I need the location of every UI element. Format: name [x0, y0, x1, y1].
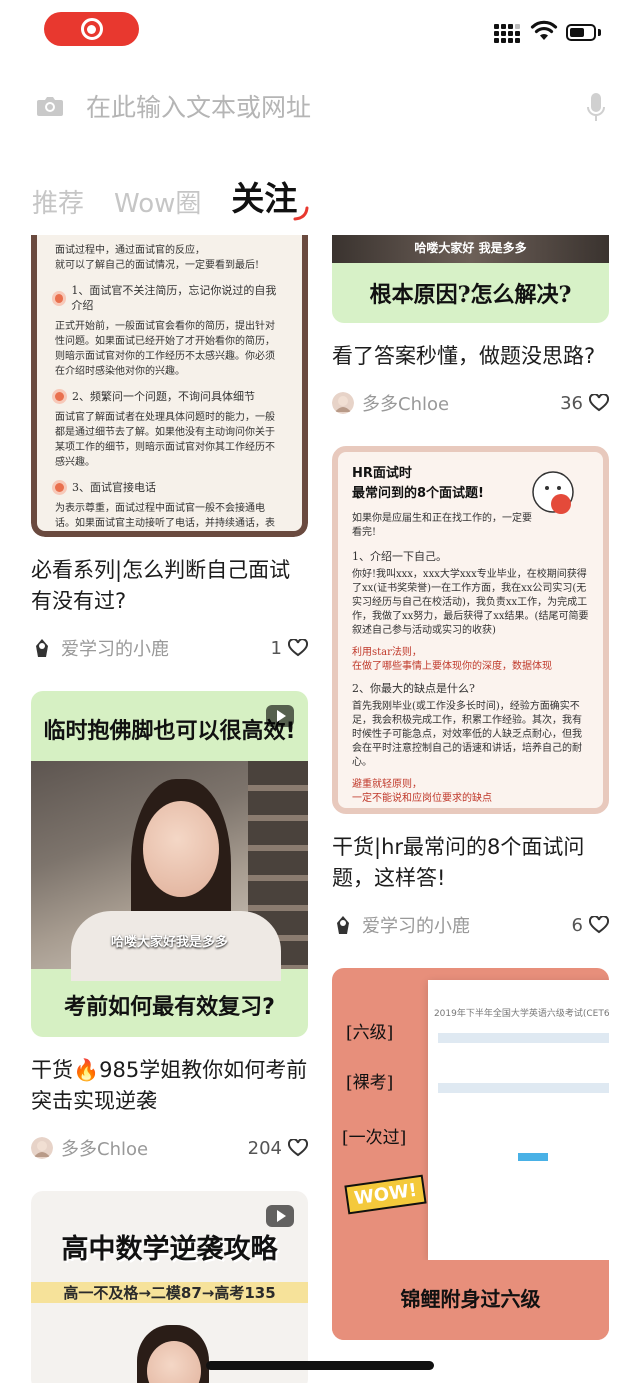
cover-banner-top: 临时抱佛脚也可以很高效!: [43, 719, 296, 744]
cover-tag: [一次过]: [342, 1128, 407, 1148]
status-bar: [0, 0, 640, 62]
card-cover[interactable]: 哈喽大家好 我是多多 根本原因?怎么解决?: [332, 235, 609, 323]
feed-column-right: 哈喽大家好 我是多多 根本原因?怎么解决? 看了答案秒懂，做题没思路? 多多Ch…: [332, 235, 609, 1340]
feed-card[interactable]: 哈喽大家好 我是多多 根本原因?怎么解决? 看了答案秒懂，做题没思路? 多多Ch…: [332, 235, 609, 420]
cover-photo: 哈喽大家好我是多多: [31, 761, 308, 981]
card-meta: 多多Chloe 204: [31, 1131, 308, 1165]
cover-tip: 一定不能说和应岗位要求的缺点: [352, 793, 492, 804]
card-title[interactable]: 必看系列|怎么判断自己面试有没有过?: [31, 555, 308, 617]
microphone-icon[interactable]: [586, 92, 606, 124]
cover-tip: 在做了哪些事情上要体现你的深度，数据体现: [352, 661, 552, 672]
feed-card[interactable]: 临时抱佛脚也可以很高效! 哈喽大家好我是多多 考前如何最有效复习? 干货🔥985…: [31, 691, 308, 1165]
card-meta: 爱学习的小鹿 6: [332, 908, 609, 942]
tab-recommend[interactable]: 推荐: [32, 183, 84, 230]
search-input[interactable]: [86, 88, 546, 126]
active-tab-indicator: [293, 206, 309, 221]
card-cover[interactable]: 高中数学逆袭攻略 高一不及格→二模87→高考135: [31, 1191, 308, 1383]
avatar[interactable]: [332, 392, 354, 414]
cover-text: 就可以了解自己的面试情况，一定要看到最后!: [55, 260, 260, 271]
heart-icon[interactable]: [589, 394, 609, 412]
cover-text: 如果你是应届生和正在找工作的，一定要看完!: [352, 513, 532, 538]
feed-column-left: 面试过程中，通过面试官的反应， 就可以了解自己的面试情况，一定要看到最后! 1、…: [31, 235, 308, 1383]
cover-headline: 高中数学逆袭攻略: [61, 1234, 278, 1265]
feed-card[interactable]: 高中数学逆袭攻略 高一不及格→二模87→高考135: [31, 1191, 308, 1383]
like-count: 204: [247, 1137, 282, 1159]
app-screen: 推荐 Wow圈 关注 面试过程中，通过面试官的反应， 就可以了解自己的面试情况，…: [0, 0, 640, 1383]
cover-text: 你好!我叫xxx，xxx大学xxx专业毕业，在校期间获得了xx(证书奖荣誉)一在…: [352, 569, 589, 636]
feed-card[interactable]: HR面试时 最常问到的8个面试题! 如果你是应届生和正在找工作的，一定要看完! …: [332, 446, 609, 942]
record-icon: [80, 18, 103, 40]
tab-following-label: 关注: [231, 179, 298, 218]
cover-tip: 利用star法则，: [352, 647, 422, 658]
card-meta: 多多Chloe 36: [332, 386, 609, 420]
cover-text: 首先我刚毕业(或工作没多长时间)，经验方面确实不足，我会积极完成工作，积累工作经…: [352, 701, 582, 768]
card-title[interactable]: 干货|hr最常问的8个面试问题，这样答!: [332, 832, 609, 894]
wow-sticker: WOW!: [344, 1174, 427, 1215]
video-play-icon: [266, 705, 294, 727]
feed-card[interactable]: 面试过程中，通过面试官的反应， 就可以了解自己的面试情况，一定要看到最后! 1、…: [31, 235, 308, 665]
cover-document: 面试过程中，通过面试官的反应， 就可以了解自己的面试情况，一定要看到最后! 1、…: [31, 235, 308, 537]
search-bar: [0, 78, 640, 136]
home-indicator[interactable]: [206, 1361, 434, 1370]
card-title[interactable]: 干货🔥985学姐教你如何考前突击实现逆袭: [31, 1055, 308, 1117]
cover-heading: 1、面试官不关注简历，忘记你说过的自我介绍: [55, 283, 284, 313]
cover-caption: 哈喽大家好 我是多多: [414, 241, 527, 255]
cover-heading: 2、频繁问一个问题，不询问具体细节: [55, 389, 284, 404]
heart-icon[interactable]: [288, 1139, 308, 1157]
author-name[interactable]: 多多Chloe: [362, 390, 560, 416]
cover-bottom-text: 锦鲤附身过六级: [400, 1287, 541, 1311]
cover-heading: 1、介绍一下自己。: [352, 550, 447, 563]
wifi-icon: [530, 20, 558, 40]
cover-tag: [裸考]: [346, 1073, 394, 1093]
cover-photo: 哈喽大家好 我是多多: [332, 235, 609, 263]
cover-banner: 根本原因?怎么解决?: [369, 282, 572, 308]
card-title[interactable]: 看了答案秒懂，做题没思路?: [332, 341, 609, 372]
cover-tip: 避重就轻原则，: [352, 779, 422, 790]
author-name[interactable]: 爱学习的小鹿: [362, 912, 572, 938]
avatar[interactable]: [31, 1137, 53, 1159]
avatar[interactable]: [332, 914, 354, 936]
card-meta: 爱学习的小鹿 1: [31, 631, 308, 665]
card-cover[interactable]: 2019年下半年全国大学英语六级考试(CET6) [六级] [裸考] [一次过]…: [332, 968, 609, 1340]
like-count: 6: [571, 914, 583, 936]
cover-text: 为表示尊重，面试过程中面试官一般不会接通电话。如果面试官主动接听了电话，并持续通…: [55, 503, 275, 529]
camera-icon[interactable]: [36, 94, 64, 118]
cover-subline: 高一不及格→二模87→高考135: [31, 1282, 308, 1303]
feed-card[interactable]: 2019年下半年全国大学英语六级考试(CET6) [六级] [裸考] [一次过]…: [332, 968, 609, 1340]
cover-heading: 2、你最大的缺点是什么?: [352, 682, 475, 695]
author-name[interactable]: 爱学习的小鹿: [61, 635, 271, 661]
cover-caption: 哈喽大家好我是多多: [110, 935, 228, 950]
avatar[interactable]: [31, 637, 53, 659]
cover-heading: 3、面试官接电话: [55, 480, 284, 495]
card-cover[interactable]: HR面试时 最常问到的8个面试题! 如果你是应届生和正在找工作的，一定要看完! …: [332, 446, 609, 814]
tab-wow-circle[interactable]: Wow圈: [114, 183, 201, 230]
heart-icon[interactable]: [288, 639, 308, 657]
cover-text: 面试官了解面试者在处理具体问题时的能力，一般都是通过细节去了解。如果他没有主动询…: [55, 412, 275, 468]
tab-following[interactable]: 关注: [231, 172, 309, 230]
card-cover[interactable]: 面试过程中，通过面试官的反应， 就可以了解自己的面试情况，一定要看到最后! 1、…: [31, 235, 308, 537]
cover-exam-paper: 2019年下半年全国大学英语六级考试(CET6): [428, 980, 609, 1260]
feed-tabs: 推荐 Wow圈 关注: [32, 170, 327, 230]
cover-tag: [六级]: [346, 1023, 394, 1043]
like-count: 1: [270, 637, 282, 659]
video-play-icon: [266, 1205, 294, 1227]
author-name[interactable]: 多多Chloe: [61, 1135, 248, 1161]
cover-text: 面试过程中，通过面试官的反应，: [55, 245, 205, 256]
like-count: 36: [560, 392, 583, 414]
battery-tip: [598, 29, 601, 36]
card-cover[interactable]: 临时抱佛脚也可以很高效! 哈喽大家好我是多多 考前如何最有效复习?: [31, 691, 308, 1037]
sticker-icon: [532, 471, 574, 514]
cover-text: 正式开始前，一般面试官会看你的简历，提出针对性问题。如果面试已经开始了才开始看你…: [55, 321, 275, 377]
cover-paper-title: 2019年下半年全国大学英语六级考试(CET6): [433, 1009, 609, 1019]
heart-icon[interactable]: [589, 916, 609, 934]
battery-icon: [566, 24, 596, 41]
cellular-signal-icon: [494, 24, 520, 43]
screen-recording-indicator[interactable]: [44, 12, 139, 46]
